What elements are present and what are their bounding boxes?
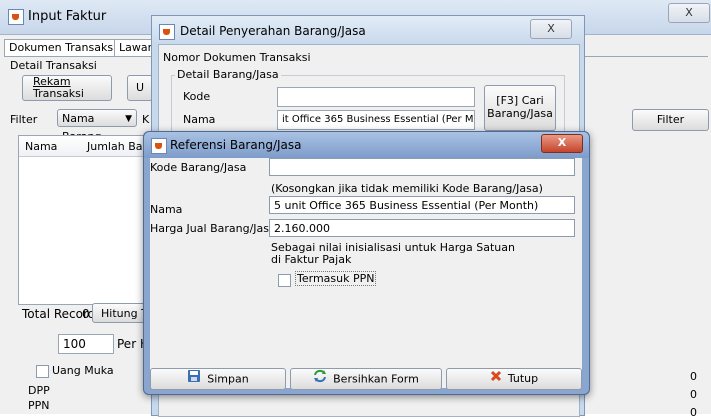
java-cup-icon	[159, 24, 175, 40]
percent-input[interactable]: 100	[58, 334, 114, 354]
kode-barang-jasa-input[interactable]	[269, 158, 575, 176]
harga-jual-input[interactable]: 2.160.000	[269, 219, 575, 237]
table-header-row: Nama Jumlah Bar	[19, 136, 153, 157]
termasuk-ppn-checkbox[interactable]	[278, 274, 291, 287]
filter-select[interactable]: Nama Barang ▼	[57, 109, 137, 143]
u-button[interactable]: U	[127, 75, 153, 101]
table-header-nama[interactable]: Nama	[25, 140, 57, 153]
right-value-1: 0	[690, 370, 697, 383]
termasuk-ppn-label: Termasuk PPN	[295, 271, 377, 286]
cari-barang-jasa-button[interactable]: [F3] Cari Barang/Jasa	[484, 85, 556, 131]
nama-label: Nama	[150, 203, 183, 216]
bersihkan-form-button[interactable]: Bersihkan Form	[290, 368, 442, 390]
tutup-label: Tutup	[507, 372, 539, 385]
right-value-3: 0	[690, 406, 697, 419]
rekam-transaksi-button[interactable]: Rekam Transaksi	[22, 75, 112, 101]
detail-penyerahan-title-bar: Detail Penyerahan Barang/Jasa X	[152, 16, 584, 44]
referensi-close-button[interactable]: X	[541, 134, 583, 153]
nama-input[interactable]: it Office 365 Business Essential (Per Mo…	[277, 110, 475, 130]
filter-k-label: K	[142, 113, 150, 126]
total-record-value: 0	[82, 307, 90, 321]
filter-label: Filter	[10, 113, 38, 126]
input-faktur-close-button[interactable]: X	[668, 3, 710, 23]
floppy-disk-icon	[187, 369, 201, 390]
tab-dokumen-transaksi[interactable]: Dokumen Transaksi	[4, 39, 122, 56]
simpan-label: Simpan	[207, 372, 249, 386]
cari-label: [F3] Cari	[496, 94, 544, 107]
kode-barang-jasa-label: Kode Barang/Jasa	[150, 161, 247, 174]
detail-table: Nama Jumlah Bar	[18, 135, 154, 305]
harga-jual-label: Harga Jual Barang/Jasa	[150, 222, 276, 235]
input-faktur-title: Input Faktur	[28, 9, 107, 24]
detail-barang-jasa-label: Detail Barang/Jasa	[175, 68, 281, 81]
nama-label: Nama	[183, 113, 216, 126]
uang-muka-label: Uang Muka	[52, 364, 114, 377]
chevron-down-icon: ▼	[125, 114, 132, 124]
right-value-2: 0	[690, 388, 697, 401]
detail-penyerahan-close-button[interactable]: X	[530, 19, 572, 39]
java-cup-icon	[8, 9, 24, 25]
filter-button[interactable]: Filter	[632, 109, 709, 131]
referensi-title: Referensi Barang/Jasa	[170, 138, 302, 152]
nomor-dokumen-label: Nomor Dokumen Transaksi	[163, 51, 311, 64]
dpp-label: DPP	[28, 384, 50, 397]
java-cup-icon	[151, 138, 167, 154]
referensi-barang-jasa-dialog: Referensi Barang/Jasa X Kode Barang/Jasa…	[143, 131, 590, 395]
harga-hint-line2: di Faktur Pajak	[271, 253, 352, 266]
kode-input[interactable]	[277, 87, 475, 107]
refresh-arrows-icon	[313, 369, 327, 390]
barang-jasa-label: Barang/Jasa	[487, 107, 553, 120]
nama-input[interactable]: 5 unit Office 365 Business Essential (Pe…	[269, 196, 575, 214]
table-header-jumlah[interactable]: Jumlah Bar	[87, 140, 147, 153]
simpan-button[interactable]: Simpan	[150, 368, 286, 390]
ppn-label: PPN	[28, 399, 50, 412]
transaksi-label: Transaksi	[33, 87, 84, 100]
uang-muka-checkbox[interactable]	[36, 365, 49, 378]
detail-penyerahan-title: Detail Penyerahan Barang/Jasa	[180, 24, 366, 38]
red-x-icon	[490, 369, 502, 389]
detail-transaksi-label: Detail Transaksi	[10, 59, 97, 72]
kode-hint-text: (Kosongkan jika tidak memiliki Kode Bara…	[271, 182, 543, 195]
kode-label: Kode	[183, 90, 211, 103]
bersihkan-form-label: Bersihkan Form	[333, 372, 419, 386]
tutup-button[interactable]: Tutup	[446, 368, 582, 390]
referensi-body: Kode Barang/Jasa (Kosongkan jika tidak m…	[150, 158, 582, 390]
referensi-title-bar: Referensi Barang/Jasa X	[144, 132, 589, 158]
